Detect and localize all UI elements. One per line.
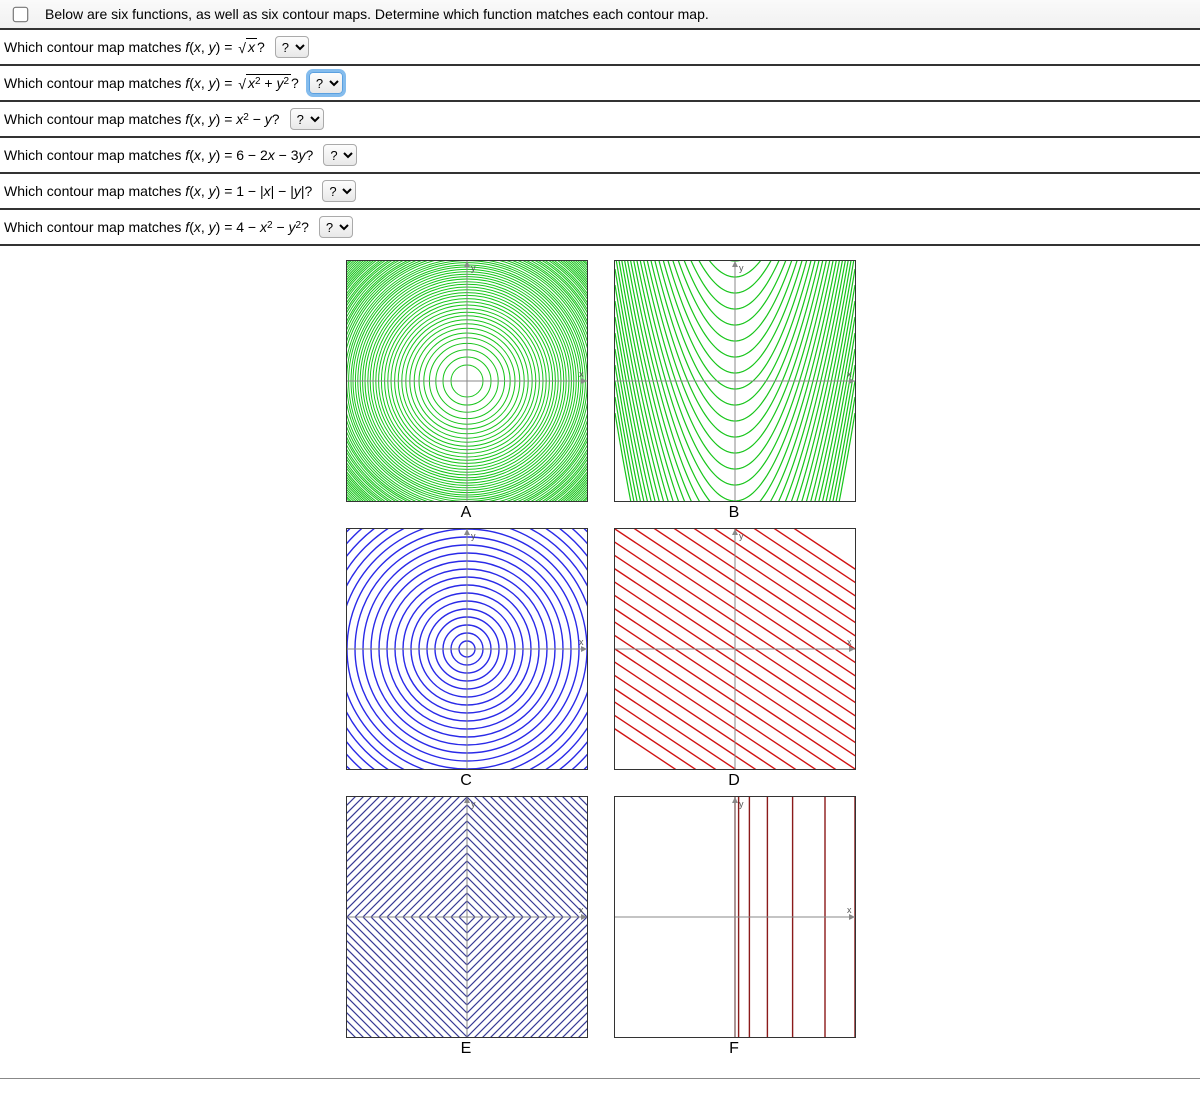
contour-F: xy bbox=[614, 796, 856, 1038]
contour-C: xy bbox=[346, 528, 588, 770]
svg-text:x: x bbox=[847, 905, 852, 915]
question-row-3: Which contour map matches f(x, y) = x2 −… bbox=[0, 102, 1200, 138]
plot-label-B: B bbox=[614, 502, 854, 522]
plot-C: xy C bbox=[346, 528, 586, 790]
contour-E: xy bbox=[346, 796, 588, 1038]
answer-select-5[interactable]: ? bbox=[322, 180, 356, 202]
svg-text:y: y bbox=[739, 263, 744, 273]
question-text-2: Which contour map matches f(x, y) = x2 +… bbox=[4, 74, 309, 92]
question-checkbox[interactable] bbox=[13, 6, 29, 22]
plot-label-A: A bbox=[346, 502, 586, 522]
answer-select-2[interactable]: ? bbox=[309, 72, 343, 94]
plot-F: xy F bbox=[614, 796, 854, 1058]
question-text-1: Which contour map matches f(x, y) = x? bbox=[4, 38, 275, 56]
plot-label-E: E bbox=[346, 1038, 586, 1058]
svg-text:y: y bbox=[471, 263, 476, 273]
svg-text:y: y bbox=[739, 799, 744, 809]
svg-text:x: x bbox=[579, 905, 584, 915]
svg-text:x: x bbox=[579, 369, 584, 379]
answer-select-6[interactable]: ? bbox=[319, 216, 353, 238]
plot-label-D: D bbox=[614, 770, 854, 790]
svg-text:y: y bbox=[471, 799, 476, 809]
contour-grid: xy A xy B xy C xy D xy E xy F bbox=[0, 246, 1200, 1079]
plot-label-C: C bbox=[346, 770, 586, 790]
intro-text: Below are six functions, as well as six … bbox=[45, 6, 709, 22]
svg-text:y: y bbox=[739, 531, 744, 541]
question-row-4: Which contour map matches f(x, y) = 6 − … bbox=[0, 138, 1200, 174]
question-row-5: Which contour map matches f(x, y) = 1 − … bbox=[0, 174, 1200, 210]
svg-text:x: x bbox=[847, 369, 852, 379]
question-row-2: Which contour map matches f(x, y) = x2 +… bbox=[0, 66, 1200, 102]
question-row-6: Which contour map matches f(x, y) = 4 − … bbox=[0, 210, 1200, 246]
question-text-6: Which contour map matches f(x, y) = 4 − … bbox=[4, 219, 319, 235]
contour-D: xy bbox=[614, 528, 856, 770]
svg-text:x: x bbox=[579, 637, 584, 647]
intro: Below are six functions, as well as six … bbox=[0, 0, 1200, 30]
answer-select-3[interactable]: ? bbox=[290, 108, 324, 130]
question-row-1: Which contour map matches f(x, y) = x?? bbox=[0, 30, 1200, 66]
answer-select-1[interactable]: ? bbox=[275, 36, 309, 58]
answer-select-4[interactable]: ? bbox=[323, 144, 357, 166]
plot-label-F: F bbox=[614, 1038, 854, 1058]
question-text-3: Which contour map matches f(x, y) = x2 −… bbox=[4, 111, 290, 127]
contour-B: xy bbox=[614, 260, 856, 502]
svg-text:x: x bbox=[847, 637, 852, 647]
plot-B: xy B bbox=[614, 260, 854, 522]
contour-A: xy bbox=[346, 260, 588, 502]
plot-D: xy D bbox=[614, 528, 854, 790]
plot-E: xy E bbox=[346, 796, 586, 1058]
svg-text:y: y bbox=[471, 531, 476, 541]
plot-A: xy A bbox=[346, 260, 586, 522]
question-text-4: Which contour map matches f(x, y) = 6 − … bbox=[4, 147, 323, 163]
question-text-5: Which contour map matches f(x, y) = 1 − … bbox=[4, 183, 322, 199]
